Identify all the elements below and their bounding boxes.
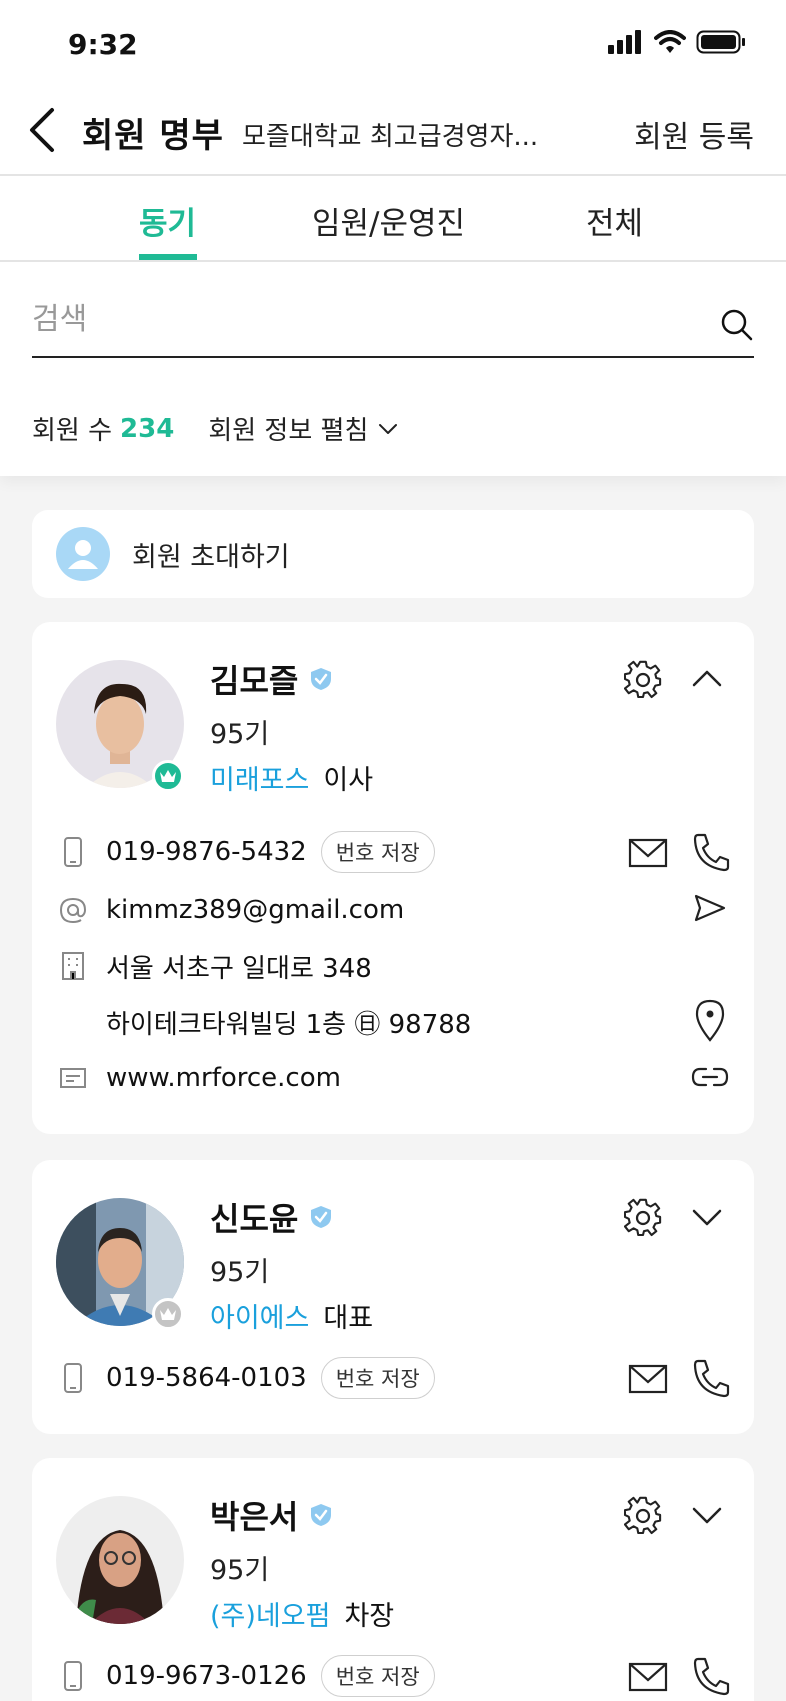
phone-row: 019-9876-5432 번호 저장: [56, 830, 730, 874]
member-summary: 회원 수 234 회원 정보 펼침: [32, 410, 398, 447]
email-address[interactable]: kimmz389@gmail.com: [106, 895, 404, 925]
mail-icon[interactable]: [628, 1656, 668, 1696]
member-name-row: 박은서: [210, 1492, 332, 1538]
save-number-button[interactable]: 번호 저장: [320, 1655, 435, 1697]
phone-call-icon[interactable]: [692, 1358, 730, 1398]
gear-icon[interactable]: [624, 1198, 664, 1238]
chevron-down-icon: [379, 423, 398, 434]
member-generation: 95기: [210, 1257, 270, 1288]
battery-icon: [696, 30, 745, 54]
status-time: 9:32: [68, 28, 138, 61]
phone-row: 019-5864-0103 번호 저장: [56, 1356, 730, 1400]
back-arrow-icon[interactable]: [26, 106, 60, 154]
signal-icon: [608, 30, 641, 54]
phone-number[interactable]: 019-9673-0126: [106, 1661, 307, 1691]
member-company-row: 아이에스 대표: [210, 1296, 373, 1335]
web-card-icon: [56, 1067, 90, 1089]
member-name: 신도윤: [210, 1200, 299, 1238]
invite-member-button[interactable]: 회원 초대하기: [32, 510, 754, 598]
tab-bar: 동기 임원/운영진 전체: [0, 176, 786, 260]
phone-call-icon[interactable]: [692, 1656, 730, 1696]
search-icon[interactable]: [720, 308, 754, 342]
member-card: 김모즐 95기 미래포스 이사 019-9876-5432 번호 저장 kimm…: [32, 622, 754, 1134]
company-link[interactable]: (주)네오펌: [210, 1594, 330, 1633]
company-link[interactable]: 미래포스: [210, 758, 309, 797]
mail-icon[interactable]: [628, 1358, 668, 1398]
wifi-icon: [654, 30, 686, 53]
website-row: www.mrforce.com: [56, 1056, 730, 1100]
member-name-row: 신도윤: [210, 1194, 332, 1240]
crown-icon: [152, 760, 184, 792]
tab-all[interactable]: 전체: [586, 198, 643, 243]
link-icon[interactable]: [690, 1060, 730, 1094]
mail-icon[interactable]: [628, 832, 668, 872]
chevron-up-icon[interactable]: [692, 664, 722, 694]
member-count: 234: [120, 413, 175, 444]
tab-executives[interactable]: 임원/운영진: [312, 198, 465, 243]
member-name: 김모즐: [210, 662, 299, 700]
expand-info-toggle[interactable]: 회원 정보 펼침: [208, 410, 398, 447]
gear-icon[interactable]: [624, 660, 664, 700]
save-number-button[interactable]: 번호 저장: [320, 831, 435, 873]
company-link[interactable]: 아이에스: [210, 1296, 309, 1335]
phone-number[interactable]: 019-5864-0103: [106, 1363, 307, 1393]
search-input[interactable]: [32, 302, 672, 337]
divider: [0, 260, 786, 262]
member-name: 박은서: [210, 1498, 299, 1536]
search-bar: [32, 298, 754, 358]
navigation-bar: 회원 명부 모즐대학교 최고급경영자... 회원 등록: [0, 92, 786, 172]
verified-icon: [311, 1504, 332, 1526]
address-row: 서울 서초구 일대로 348: [56, 944, 730, 988]
member-generation: 95기: [210, 1555, 270, 1586]
status-bar: 9:32: [0, 0, 786, 80]
top-panel: 9:32 회원 명부 모즐대학교 최고급경영자... 회원 등록 동기 임원/운…: [0, 0, 786, 476]
expand-info-label: 회원 정보 펼침: [208, 416, 369, 446]
member-photo[interactable]: [56, 1496, 184, 1624]
person-icon: [56, 527, 110, 581]
map-pin-icon[interactable]: [694, 998, 726, 1042]
mobile-phone-icon: [56, 836, 90, 868]
member-card: 박은서 95기 (주)네오펌 차장 019-9673-0126 번호 저장: [32, 1458, 754, 1701]
member-role: 대표: [323, 1303, 374, 1334]
gear-icon[interactable]: [624, 1496, 664, 1536]
page-title: 회원 명부: [82, 116, 224, 156]
phone-number[interactable]: 019-9876-5432: [106, 837, 307, 867]
member-company-row: (주)네오펌 차장: [210, 1594, 394, 1633]
address-line-1: 서울 서초구 일대로 348: [106, 953, 372, 984]
chevron-down-icon[interactable]: [692, 1500, 722, 1530]
member-name-row: 김모즐: [210, 656, 332, 702]
mobile-phone-icon: [56, 1362, 90, 1394]
group-name: 모즐대학교 최고급경영자...: [242, 122, 539, 152]
phone-call-icon[interactable]: [692, 832, 730, 872]
phone-row: 019-9673-0126 번호 저장: [56, 1654, 730, 1698]
tab-classmates[interactable]: 동기: [139, 198, 196, 243]
system-icons: [608, 30, 746, 54]
website-url[interactable]: www.mrforce.com: [106, 1063, 341, 1093]
invite-label: 회원 초대하기: [132, 541, 290, 573]
building-icon: [56, 951, 90, 981]
member-card: 신도윤 95기 아이에스 대표 019-5864-0103 번호 저장: [32, 1160, 754, 1434]
register-member-button[interactable]: 회원 등록: [634, 112, 754, 156]
mobile-phone-icon: [56, 1660, 90, 1692]
chevron-down-icon[interactable]: [692, 1202, 722, 1232]
member-generation: 95기: [210, 719, 270, 750]
at-sign-icon: [56, 896, 90, 924]
member-role: 이사: [323, 765, 374, 796]
verified-icon: [311, 1206, 332, 1228]
member-company-row: 미래포스 이사: [210, 758, 373, 797]
verified-icon: [311, 668, 332, 690]
member-role: 차장: [344, 1601, 395, 1632]
crown-icon: [152, 1298, 184, 1330]
save-number-button[interactable]: 번호 저장: [320, 1357, 435, 1399]
member-count-label: 회원 수: [32, 416, 113, 446]
address-row-2: 하이테크타워빌딩 1층 ㊐ 98788: [56, 998, 730, 1044]
email-row: kimmz389@gmail.com: [56, 888, 730, 932]
send-icon[interactable]: [692, 890, 728, 926]
address-line-2: 하이테크타워빌딩 1층 ㊐ 98788: [106, 1009, 472, 1040]
